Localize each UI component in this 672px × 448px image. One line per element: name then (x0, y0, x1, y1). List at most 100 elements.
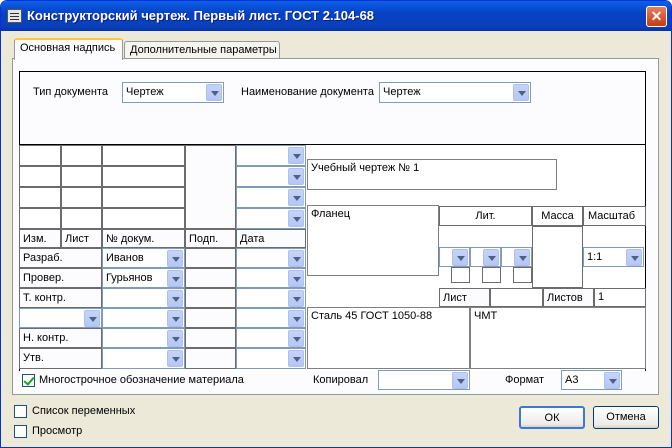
doc-type-select[interactable]: Чертеж (122, 82, 224, 103)
role-date-select[interactable] (236, 308, 306, 328)
lit-cell[interactable] (482, 267, 501, 283)
role-name-select[interactable] (102, 328, 185, 348)
col-izm-header: Изм. (19, 229, 61, 248)
rev-date-select[interactable] (236, 187, 306, 208)
format-value: А3 (565, 374, 579, 386)
rev-cell[interactable] (61, 166, 102, 187)
doc-name-select[interactable]: Чертеж (379, 82, 531, 103)
format-select[interactable]: А3 (561, 370, 622, 390)
rev-date-select[interactable] (236, 208, 306, 229)
close-icon: ✕ (650, 8, 663, 24)
chevron-down-icon[interactable] (288, 250, 304, 267)
part-name-input[interactable]: Фланец (307, 205, 439, 276)
chevron-down-icon[interactable] (288, 189, 304, 206)
signature-cell (185, 348, 236, 369)
chevron-down-icon[interactable] (288, 350, 304, 367)
role-date-select[interactable] (236, 288, 306, 308)
custom-role-select[interactable] (19, 308, 102, 328)
preview-label: Просмотр (32, 425, 83, 437)
chevron-down-icon[interactable] (167, 350, 183, 367)
rev-date-select[interactable] (236, 145, 306, 166)
role-name-select[interactable]: Гурьянов (102, 268, 185, 288)
chevron-down-icon[interactable] (288, 330, 304, 347)
rev-cell[interactable] (19, 208, 61, 229)
role-name-select[interactable] (102, 288, 185, 308)
scale-select[interactable]: 1:1 (583, 247, 644, 267)
lit-select-2[interactable] (470, 247, 501, 267)
rev-cell[interactable] (61, 187, 102, 208)
signature-cell (185, 328, 236, 348)
chevron-down-icon[interactable] (206, 84, 222, 101)
chevron-down-icon[interactable] (84, 310, 100, 327)
rev-cell[interactable] (102, 166, 185, 187)
chevron-down-icon[interactable] (288, 147, 304, 164)
lit-select-3[interactable] (501, 247, 532, 267)
tab-label: Основная надпись (20, 42, 116, 54)
chevron-down-icon[interactable] (288, 310, 304, 327)
sheet-value (491, 289, 497, 293)
tab-main-stamp[interactable]: Основная надпись (14, 38, 123, 60)
rev-cell[interactable] (102, 208, 185, 229)
preview-checkbox[interactable] (14, 425, 27, 438)
lit-cell[interactable] (513, 267, 532, 283)
format-label: Формат (505, 374, 545, 386)
chevron-down-icon[interactable] (452, 372, 468, 389)
rev-cell[interactable] (102, 145, 185, 166)
mass-input[interactable] (532, 226, 583, 288)
designation-input[interactable]: Учебный чертеж № 1 (307, 159, 557, 190)
signature-cell (185, 308, 236, 328)
rev-cell[interactable] (19, 166, 61, 187)
cancel-button[interactable]: Отмена (593, 406, 659, 429)
chevron-down-icon[interactable] (167, 250, 183, 267)
role-date-select[interactable] (236, 348, 306, 369)
chevron-down-icon[interactable] (514, 249, 530, 266)
material-input[interactable]: Сталь 45 ГОСТ 1050-88 (307, 307, 470, 369)
organization-input[interactable]: ЧМТ (470, 307, 646, 369)
rev-cell[interactable] (19, 145, 61, 166)
role-date-select[interactable] (236, 248, 306, 268)
rev-cell[interactable] (19, 187, 61, 208)
role-name-select[interactable] (102, 348, 185, 369)
chevron-down-icon[interactable] (167, 330, 183, 347)
chevron-down-icon[interactable] (483, 249, 499, 266)
chevron-down-icon[interactable] (167, 310, 183, 327)
window-title: Конструкторский чертеж. Первый лист. ГОС… (27, 8, 375, 23)
chevron-down-icon[interactable] (452, 249, 468, 266)
sheets-label: Листов (543, 288, 594, 307)
chevron-down-icon[interactable] (626, 249, 642, 266)
sheets-input[interactable]: 1 (594, 288, 646, 307)
title-bar[interactable]: Конструкторский чертеж. Первый лист. ГОС… (1, 1, 671, 31)
col-podp-header: Подп. (185, 229, 236, 248)
chevron-down-icon[interactable] (288, 290, 304, 307)
scale-header: Масштаб (583, 206, 646, 226)
sheet-input[interactable] (490, 288, 543, 307)
role-date-select[interactable] (236, 328, 306, 348)
rev-cell[interactable] (61, 145, 102, 166)
chevron-down-icon[interactable] (167, 270, 183, 287)
lit-select-1[interactable] (439, 247, 470, 267)
chevron-down-icon[interactable] (288, 210, 304, 227)
role-name-value: Гурьянов (106, 272, 153, 284)
role-date-select[interactable] (236, 268, 306, 288)
lit-cell[interactable] (451, 267, 470, 283)
col-list-header: Лист (61, 229, 102, 248)
rev-cell[interactable] (61, 208, 102, 229)
role-name-select[interactable] (102, 308, 185, 328)
doc-name-label: Наименование документа (241, 86, 374, 98)
copied-select[interactable] (378, 370, 470, 390)
ok-button[interactable]: ОК (519, 406, 585, 429)
rev-cell[interactable] (102, 187, 185, 208)
rev-date-select[interactable] (236, 166, 306, 187)
role-label: Провер. (19, 268, 102, 288)
role-name-select[interactable]: Иванов (102, 248, 185, 268)
chevron-down-icon[interactable] (288, 270, 304, 287)
chevron-down-icon[interactable] (513, 84, 529, 101)
chevron-down-icon[interactable] (604, 372, 620, 389)
multiline-material-checkbox[interactable] (22, 374, 35, 387)
close-button[interactable]: ✕ (646, 6, 667, 27)
chevron-down-icon[interactable] (288, 168, 304, 185)
role-label: Утв. (19, 348, 102, 369)
designation-value: Учебный чертеж № 1 (311, 162, 420, 174)
variables-checkbox[interactable] (14, 405, 27, 418)
chevron-down-icon[interactable] (167, 290, 183, 307)
